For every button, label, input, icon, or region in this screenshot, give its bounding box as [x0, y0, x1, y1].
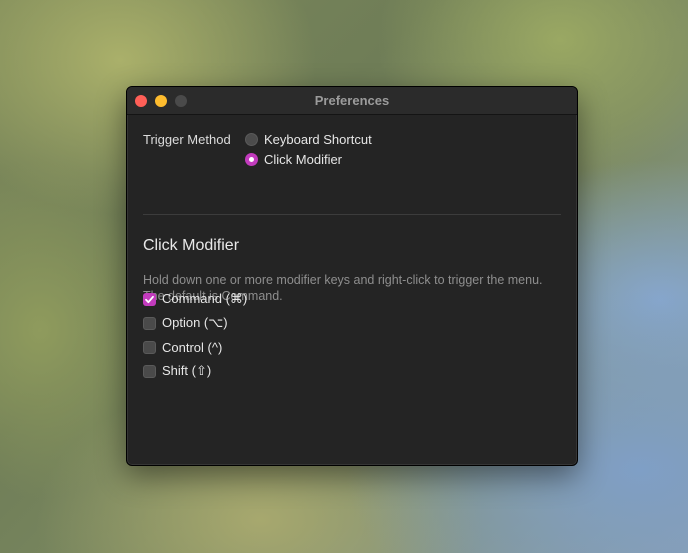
checkbox-unchecked[interactable]	[143, 340, 156, 354]
trigger-method-label: Trigger Method	[143, 132, 231, 147]
checkbox-shift[interactable]: Shift (⇧)	[143, 363, 211, 379]
checkbox-label: Control (^)	[162, 339, 223, 355]
radio-button-selected[interactable]	[245, 152, 258, 166]
checkbox-command[interactable]: Command (⌘)	[143, 291, 247, 307]
preferences-content: Trigger Method Keyboard Shortcut Click M…	[127, 115, 577, 465]
checkbox-unchecked[interactable]	[143, 316, 156, 330]
checkbox-checked[interactable]	[143, 292, 156, 306]
preferences-window: Preferences Trigger Method Keyboard Shor…	[126, 86, 578, 466]
checkbox-label: Shift (⇧)	[162, 363, 212, 378]
checkbox-unchecked[interactable]	[143, 364, 156, 378]
title-bar[interactable]: Preferences	[127, 87, 577, 115]
checkbox-control[interactable]: Control (^)	[143, 339, 222, 355]
checkbox-label: Option (⌥)	[162, 315, 228, 330]
section-title: Click Modifier	[143, 237, 240, 254]
radio-keyboard-shortcut[interactable]: Keyboard Shortcut	[245, 131, 372, 147]
checkbox-label: Command (⌘)	[162, 291, 248, 306]
window-title: Preferences	[314, 93, 390, 108]
checkbox-option[interactable]: Option (⌥)	[143, 315, 228, 331]
radio-click-modifier[interactable]: Click Modifier	[245, 151, 342, 167]
checkmark-icon	[145, 295, 154, 303]
radio-label: Keyboard Shortcut	[264, 131, 372, 147]
divider	[143, 214, 561, 215]
radio-button-unselected[interactable]	[245, 132, 258, 146]
radio-label: Click Modifier	[264, 151, 343, 167]
